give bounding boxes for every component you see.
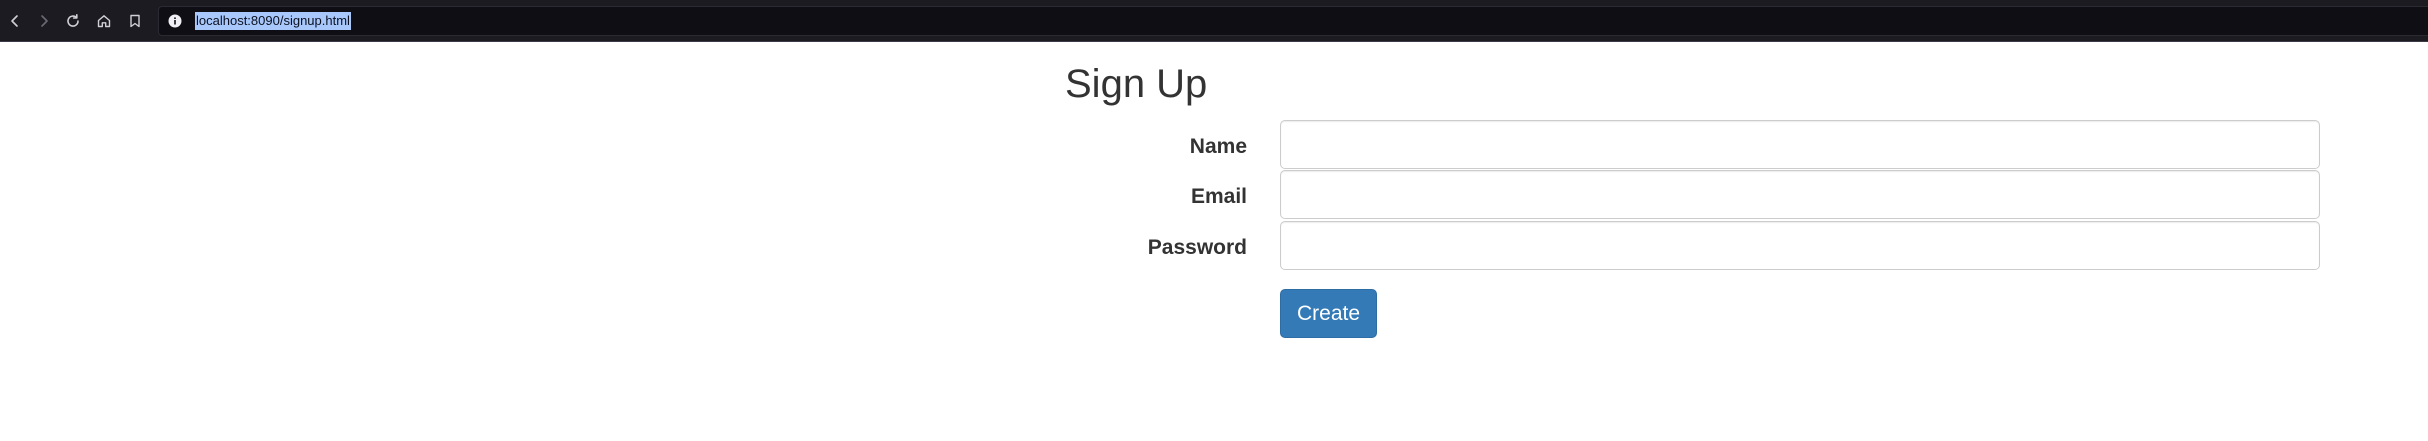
bookmark-button[interactable] — [125, 11, 145, 31]
reload-icon — [67, 14, 79, 27]
name-input[interactable] — [1280, 120, 2320, 169]
reload-button[interactable] — [63, 11, 83, 31]
email-label: Email — [1190, 185, 1247, 208]
page-title: Sign Up — [1065, 62, 1208, 106]
back-button[interactable] — [5, 11, 25, 31]
create-button[interactable]: Create — [1280, 289, 1377, 338]
password-label: Password — [1147, 236, 1247, 259]
browser-toolbar: localhost:8090/signup.html — [0, 0, 2428, 42]
forward-icon — [41, 15, 48, 27]
name-label: Name — [1189, 135, 1247, 158]
site-info-icon[interactable] — [168, 14, 182, 28]
back-icon — [11, 15, 18, 27]
password-input[interactable] — [1280, 221, 2320, 270]
home-icon — [97, 15, 111, 28]
url-text[interactable]: localhost:8090/signup.html — [195, 12, 351, 30]
email-input[interactable] — [1280, 170, 2320, 219]
signup-page: Sign Up Name Email Password Create — [0, 42, 2428, 441]
address-bar[interactable]: localhost:8090/signup.html — [158, 6, 2428, 36]
home-button[interactable] — [94, 11, 114, 31]
forward-button[interactable] — [34, 11, 54, 31]
bookmark-icon — [130, 14, 140, 28]
